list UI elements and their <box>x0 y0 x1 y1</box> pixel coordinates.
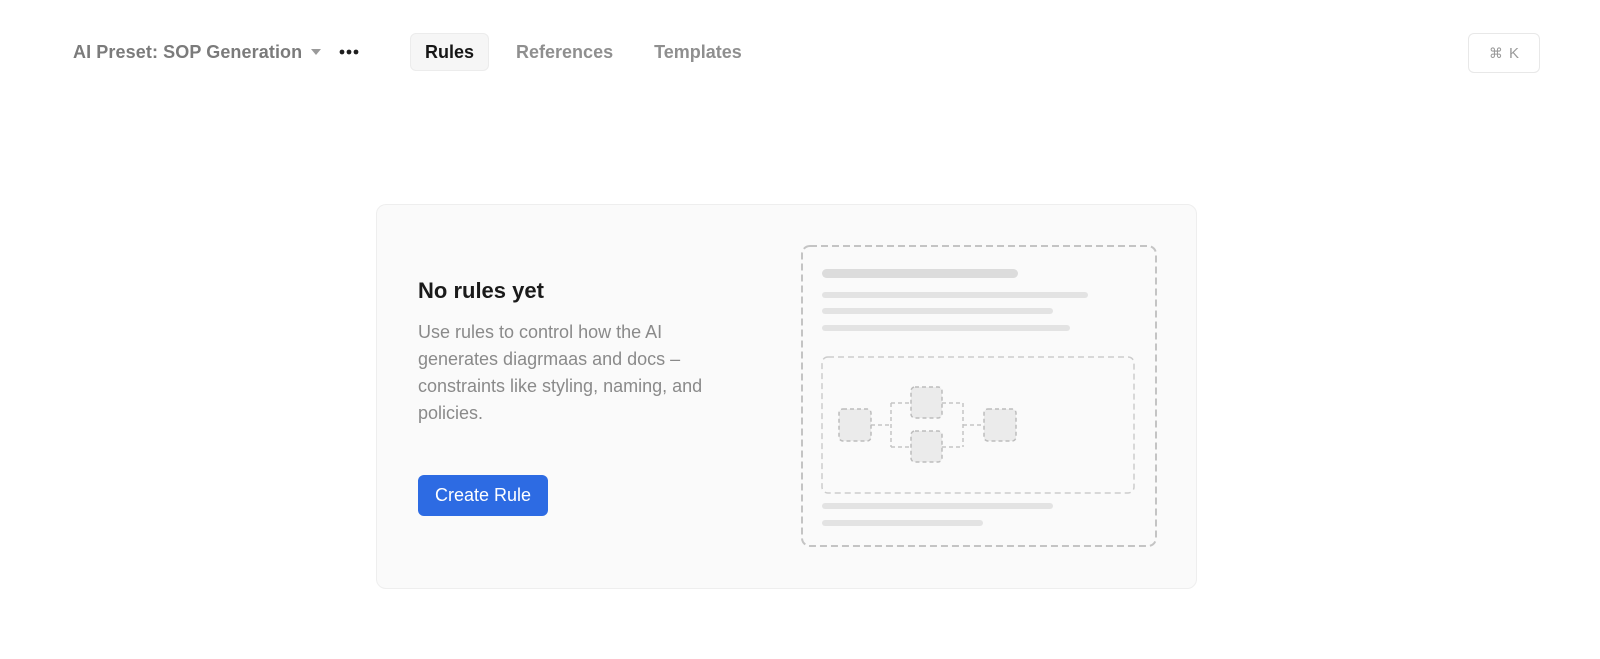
more-options-button[interactable] <box>334 38 364 66</box>
tab-bar: Rules References Templates <box>410 33 769 71</box>
top-bar: AI Preset: SOP Generation Rules Referenc… <box>0 0 1600 104</box>
tab-rules[interactable]: Rules <box>410 33 490 71</box>
command-key-icon: ⌘ <box>1488 44 1503 61</box>
tab-references[interactable]: References <box>502 33 627 71</box>
create-rule-button[interactable]: Create Rule <box>418 475 549 516</box>
preset-selector[interactable]: AI Preset: SOP Generation <box>73 38 322 66</box>
empty-state-text: No rules yet Use rules to control how th… <box>418 277 738 427</box>
tab-label: Templates <box>654 41 742 62</box>
command-palette-button[interactable]: ⌘ K <box>1468 33 1540 73</box>
document-flowchart-placeholder-icon <box>801 245 1157 547</box>
tab-label: References <box>516 41 614 62</box>
empty-state-title: No rules yet <box>418 278 544 303</box>
more-horizontal-icon <box>339 49 359 55</box>
preset-label: AI Preset: SOP Generation <box>73 41 303 62</box>
caret-down-icon <box>311 49 322 55</box>
shortcut-key: K <box>1508 44 1519 62</box>
tab-templates[interactable]: Templates <box>640 33 756 71</box>
empty-state-card: No rules yet Use rules to control how th… <box>376 204 1197 589</box>
tab-label: Rules <box>425 41 475 62</box>
empty-state-description: Use rules to control how the AI generate… <box>418 322 703 423</box>
